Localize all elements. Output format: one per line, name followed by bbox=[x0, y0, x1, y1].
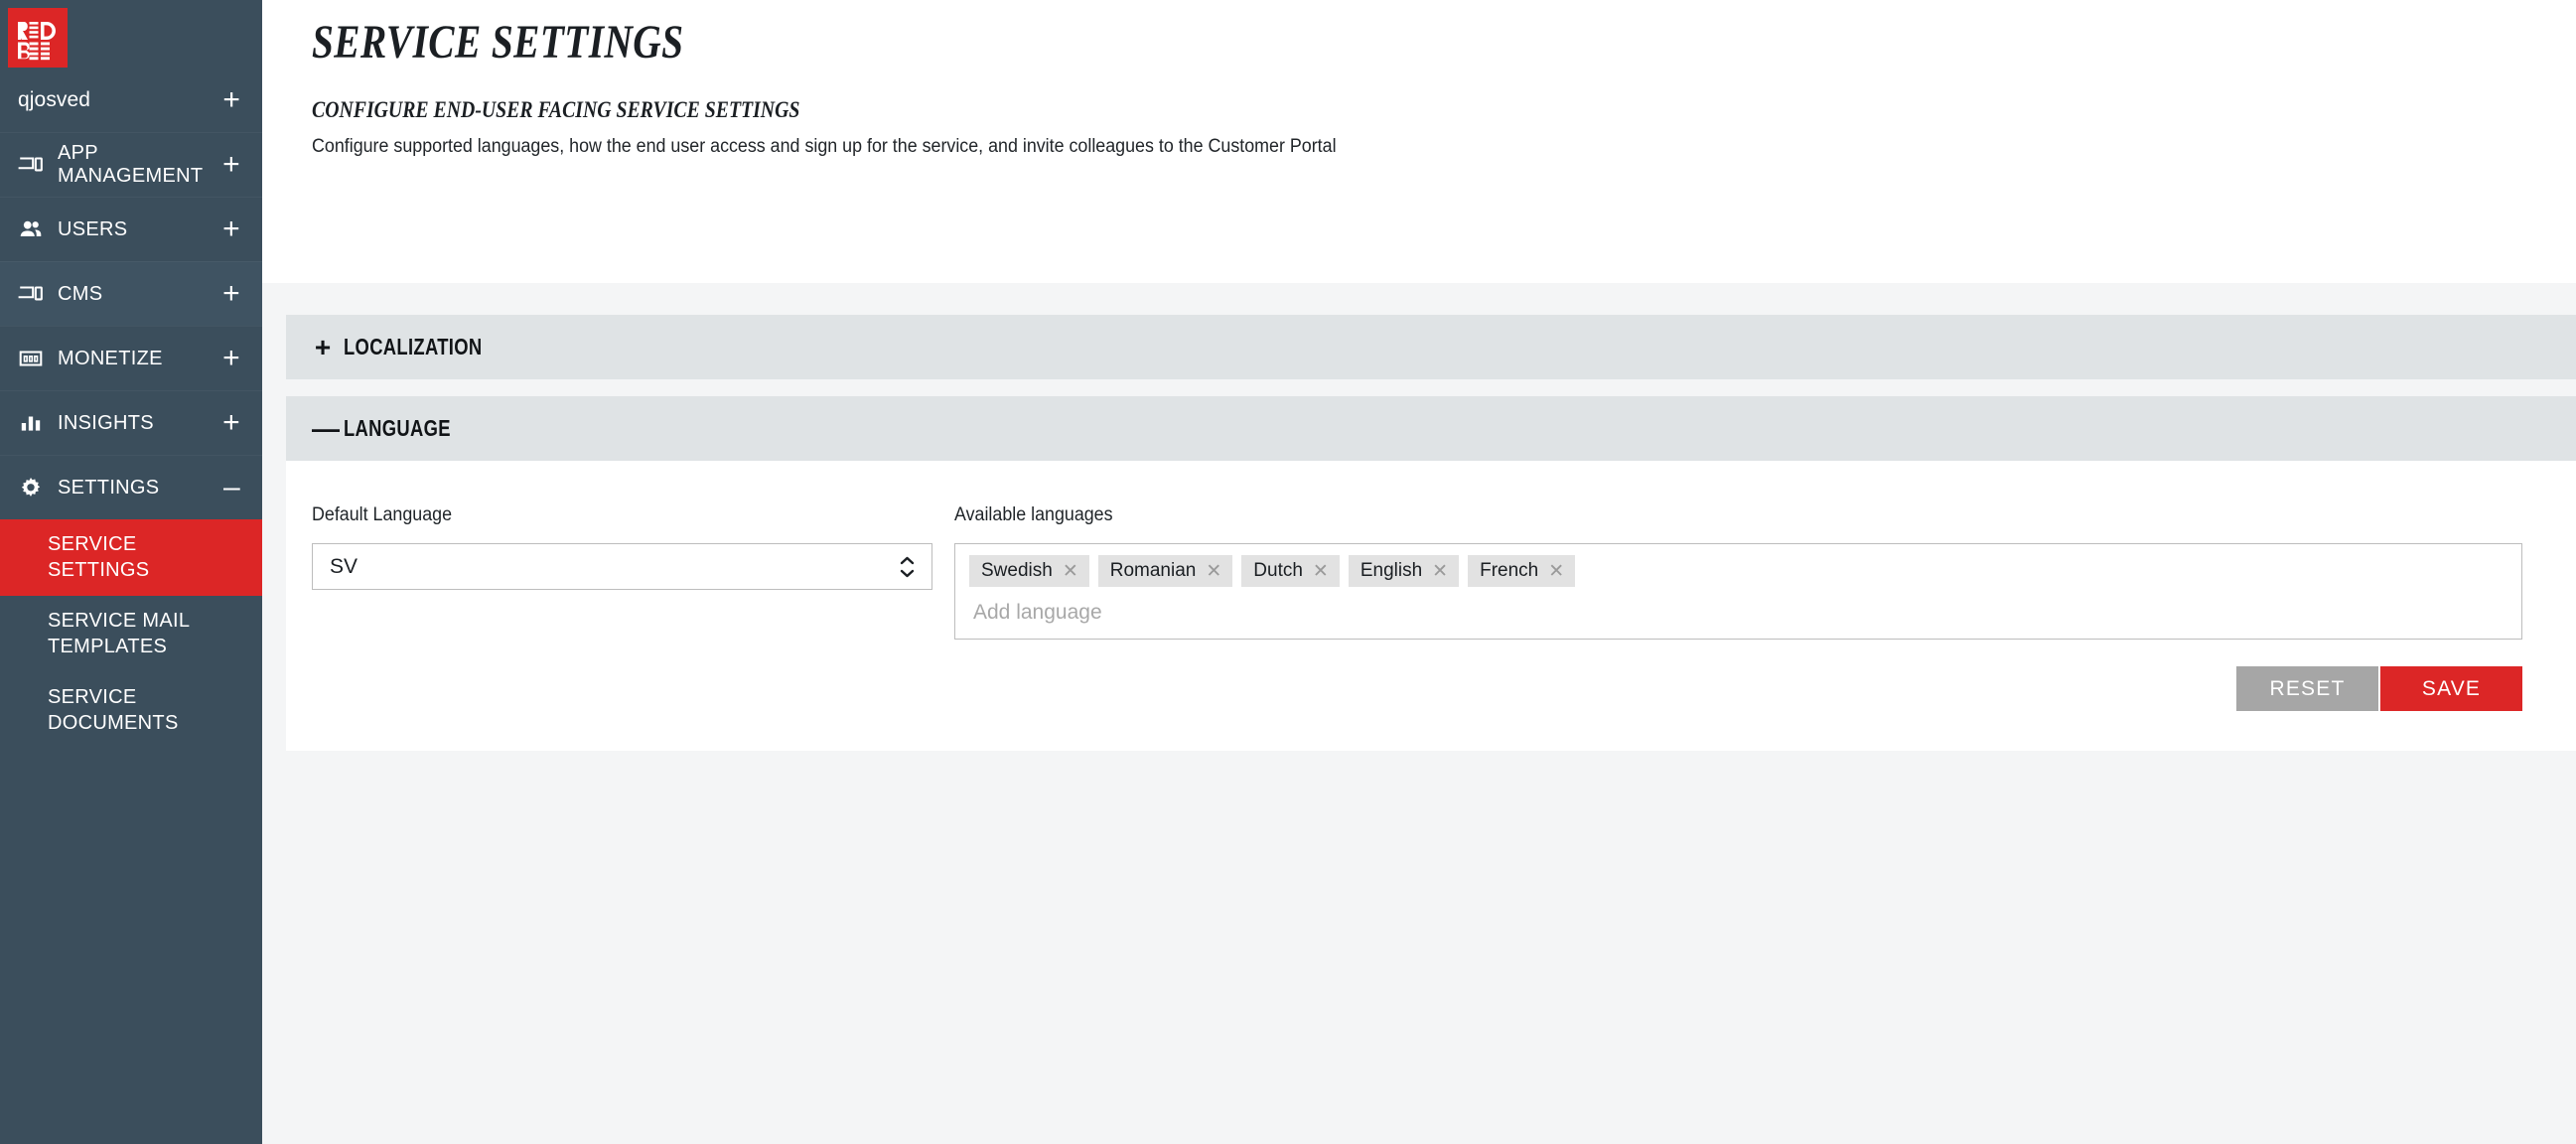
close-icon[interactable]: ✕ bbox=[1432, 562, 1448, 581]
available-languages-column: Available languages Swedish ✕ Romanian ✕… bbox=[954, 504, 2522, 711]
accordion-localization: + LOCALIZATION bbox=[286, 315, 2576, 379]
account-name: qjosved bbox=[18, 87, 91, 111]
sidebar-item-insights-left: INSIGHTS bbox=[18, 410, 154, 436]
sidebar-item-app-management-label: APP MANAGEMENT bbox=[58, 142, 204, 187]
default-language-label: Default Language bbox=[312, 504, 453, 525]
language-tag-label: Dutch bbox=[1253, 560, 1303, 581]
page-header: SERVICE SETTINGS CONFIGURE END-USER FACI… bbox=[262, 0, 2576, 283]
redbee-logo-mark bbox=[18, 22, 56, 61]
plus-icon: + bbox=[314, 331, 332, 362]
sidebar-item-service-mail-templates[interactable]: SERVICE MAIL TEMPLATES bbox=[0, 596, 262, 672]
page-description: Configure supported languages, how the e… bbox=[312, 135, 1337, 157]
sidebar-expand-icon-users[interactable]: + bbox=[222, 214, 240, 244]
default-language-column: Default Language SV bbox=[312, 504, 932, 590]
language-tag-label: French bbox=[1480, 560, 1539, 581]
sidebar-item-insights[interactable]: INSIGHTS + bbox=[0, 390, 262, 455]
sidebar-item-cms-left: CMS bbox=[18, 281, 102, 307]
sidebar-expand-icon-monetize[interactable]: + bbox=[222, 344, 240, 373]
reset-button[interactable]: RESET bbox=[2236, 666, 2378, 711]
chevron-up-down-icon[interactable] bbox=[899, 556, 916, 578]
save-button[interactable]: SAVE bbox=[2380, 666, 2522, 711]
devices-icon bbox=[18, 152, 44, 178]
sidebar-item-settings-label: SETTINGS bbox=[58, 476, 160, 499]
language-tag-label: Romanian bbox=[1109, 560, 1197, 581]
accordion-header-language[interactable]: — LANGUAGE bbox=[286, 396, 2576, 461]
language-tag[interactable]: Swedish ✕ bbox=[969, 555, 1089, 587]
language-tag-list: Swedish ✕ Romanian ✕ Dutch ✕ English ✕ F… bbox=[969, 555, 2509, 587]
minus-icon: — bbox=[312, 412, 340, 444]
accordion-divider bbox=[286, 379, 2576, 396]
language-tag-label: English bbox=[1360, 560, 1423, 581]
available-languages-tags-box[interactable]: Swedish ✕ Romanian ✕ Dutch ✕ English ✕ F… bbox=[954, 543, 2522, 640]
sidebar-item-service-settings[interactable]: SERVICE SETTINGS bbox=[0, 519, 262, 596]
default-language-value: SV bbox=[330, 554, 358, 578]
sidebar-item-cms[interactable]: CMS + bbox=[0, 261, 262, 326]
language-tag[interactable]: English ✕ bbox=[1348, 555, 1460, 587]
sidebar-collapse-icon-settings[interactable]: – bbox=[223, 473, 240, 502]
sidebar-item-service-mail-templates-label: SERVICE MAIL TEMPLATES bbox=[48, 609, 190, 658]
sidebar-item-users[interactable]: USERS + bbox=[0, 197, 262, 261]
accordion-title-language: LANGUAGE bbox=[344, 415, 451, 441]
sidebar-item-service-settings-label: SERVICE SETTINGS bbox=[48, 533, 150, 582]
gear-icon bbox=[18, 475, 44, 500]
add-language-input[interactable] bbox=[969, 601, 2509, 625]
sidebar-item-settings-left: SETTINGS bbox=[18, 475, 159, 500]
sidebar-item-service-documents[interactable]: SERVICE DOCUMENTS bbox=[0, 672, 262, 749]
language-form-row: Default Language SV Available languages … bbox=[312, 504, 2522, 711]
money-icon bbox=[18, 346, 44, 371]
close-icon[interactable]: ✕ bbox=[1548, 562, 1564, 581]
app-root: qjosved + APP MANAGEMENT + USERS + CMS +… bbox=[0, 0, 2576, 1144]
close-icon[interactable]: ✕ bbox=[1313, 562, 1329, 581]
available-languages-label: Available languages bbox=[954, 504, 1113, 525]
sidebar-item-app-management[interactable]: APP MANAGEMENT + bbox=[0, 132, 262, 197]
sidebar-item-users-label: USERS bbox=[58, 217, 128, 240]
devices-icon bbox=[18, 281, 44, 307]
bar-chart-icon bbox=[18, 410, 44, 436]
main-content: SERVICE SETTINGS CONFIGURE END-USER FACI… bbox=[262, 0, 2576, 1144]
accordion-body-language: Default Language SV Available languages … bbox=[286, 461, 2576, 751]
accordion-language: — LANGUAGE Default Language SV Available… bbox=[286, 396, 2576, 751]
redbee-logo[interactable] bbox=[8, 8, 68, 68]
sidebar-item-monetize-left: MONETIZE bbox=[18, 346, 163, 371]
language-tag[interactable]: French ✕ bbox=[1468, 555, 1576, 587]
sidebar-expand-icon-cms[interactable]: + bbox=[222, 279, 240, 309]
sidebar: qjosved + APP MANAGEMENT + USERS + CMS +… bbox=[0, 0, 262, 1144]
default-language-select[interactable]: SV bbox=[312, 543, 932, 590]
language-tag[interactable]: Dutch ✕ bbox=[1241, 555, 1340, 587]
language-tag[interactable]: Romanian ✕ bbox=[1097, 555, 1233, 587]
language-tag-label: Swedish bbox=[981, 560, 1053, 581]
settings-panel-area: + LOCALIZATION — LANGUAGE Default Langua… bbox=[262, 283, 2576, 1144]
sidebar-item-app-management-left: APP MANAGEMENT bbox=[18, 142, 222, 188]
sidebar-item-cms-label: CMS bbox=[58, 282, 103, 305]
sidebar-item-monetize-label: MONETIZE bbox=[58, 347, 163, 369]
sidebar-expand-icon-app-management[interactable]: + bbox=[222, 150, 240, 180]
sidebar-item-monetize[interactable]: MONETIZE + bbox=[0, 326, 262, 390]
page-subtitle: CONFIGURE END-USER FACING SERVICE SETTIN… bbox=[312, 96, 800, 122]
account-expand-icon[interactable]: + bbox=[222, 84, 240, 115]
sidebar-item-settings[interactable]: SETTINGS – bbox=[0, 455, 262, 519]
close-icon[interactable]: ✕ bbox=[1206, 562, 1221, 581]
logo-container[interactable] bbox=[0, 0, 262, 68]
sidebar-item-users-left: USERS bbox=[18, 216, 127, 242]
accordion-title-localization: LOCALIZATION bbox=[344, 334, 483, 359]
form-actions: RESET SAVE bbox=[954, 666, 2522, 711]
page-title: SERVICE SETTINGS bbox=[312, 16, 684, 69]
sidebar-item-service-documents-label: SERVICE DOCUMENTS bbox=[48, 685, 179, 734]
sidebar-expand-icon-insights[interactable]: + bbox=[222, 408, 240, 438]
sidebar-item-insights-label: INSIGHTS bbox=[58, 411, 154, 434]
close-icon[interactable]: ✕ bbox=[1063, 562, 1078, 581]
people-icon bbox=[18, 216, 44, 242]
accordion-header-localization[interactable]: + LOCALIZATION bbox=[286, 315, 2576, 379]
account-switcher[interactable]: qjosved + bbox=[0, 68, 262, 132]
